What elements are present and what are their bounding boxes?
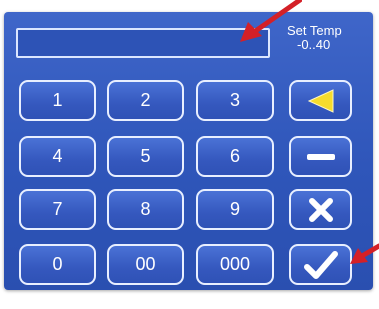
- key-7[interactable]: 7: [19, 189, 96, 230]
- key-0-label: 0: [52, 254, 63, 274]
- key-9-label: 9: [229, 199, 240, 219]
- key-7-label: 7: [52, 199, 63, 219]
- key-6-label: 6: [229, 146, 240, 166]
- key-000[interactable]: 000: [196, 244, 274, 285]
- set-temp-range: -0..40: [297, 37, 331, 52]
- key-6[interactable]: 6: [196, 136, 274, 177]
- temperature-display[interactable]: [16, 28, 270, 58]
- key-4[interactable]: 4: [19, 136, 96, 177]
- set-temp-label: Set Temp -0..40: [287, 24, 367, 52]
- key-8[interactable]: 8: [107, 189, 184, 230]
- left-arrow-icon: [305, 88, 337, 114]
- key-000-label: 000: [219, 254, 251, 274]
- key-2-label: 2: [140, 90, 151, 110]
- key-5-label: 5: [140, 146, 151, 166]
- key-1-label: 1: [52, 90, 63, 110]
- key-9[interactable]: 9: [196, 189, 274, 230]
- enter-button[interactable]: [289, 244, 352, 285]
- key-00-label: 00: [135, 254, 156, 274]
- key-1[interactable]: 1: [19, 80, 96, 121]
- minus-icon: [306, 151, 336, 163]
- key-5[interactable]: 5: [107, 136, 184, 177]
- clear-button[interactable]: [289, 189, 352, 230]
- backspace-button[interactable]: [289, 80, 352, 121]
- checkmark-icon: [303, 250, 339, 280]
- x-icon: [307, 197, 335, 223]
- screen: Set Temp -0..40 1 2 3 4 5 6 7 8 9 0 00 0…: [0, 0, 379, 309]
- key-8-label: 8: [140, 199, 151, 219]
- set-temp-title: Set Temp: [287, 23, 342, 38]
- key-0[interactable]: 0: [19, 244, 96, 285]
- key-3-label: 3: [229, 90, 240, 110]
- minus-button[interactable]: [289, 136, 352, 177]
- key-3[interactable]: 3: [196, 80, 274, 121]
- key-4-label: 4: [52, 146, 63, 166]
- key-00[interactable]: 00: [107, 244, 184, 285]
- key-2[interactable]: 2: [107, 80, 184, 121]
